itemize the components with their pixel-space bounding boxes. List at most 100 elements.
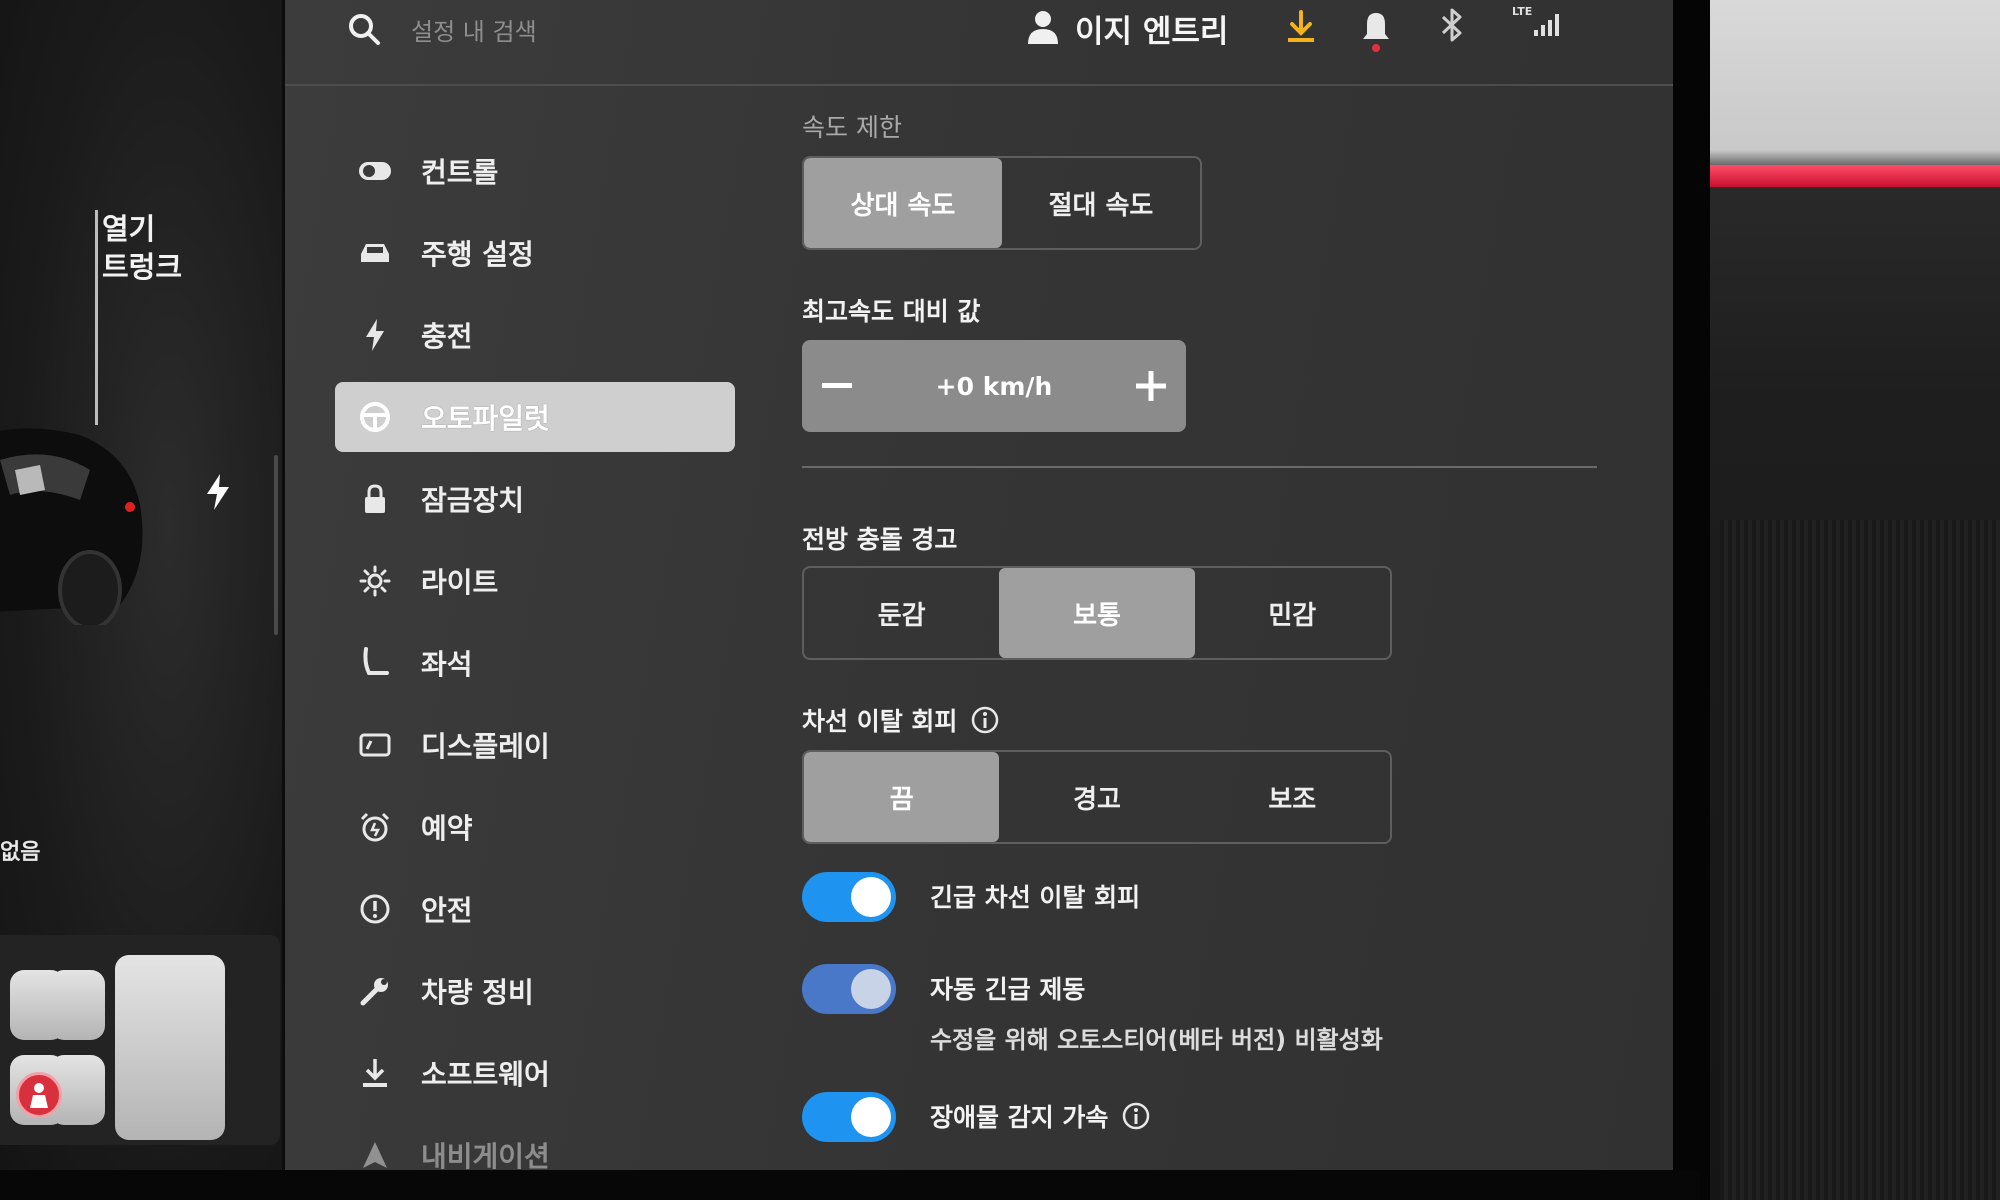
toggle-icon	[357, 153, 393, 189]
sidebar-item-software[interactable]: 소프트웨어	[335, 1032, 735, 1114]
speed-limit-absolute-option[interactable]: 절대 속도	[1002, 158, 1200, 248]
increase-offset-button[interactable]	[1116, 340, 1186, 432]
decrease-offset-button[interactable]	[802, 340, 872, 432]
lane-departure-title-row: 차선 이탈 회피	[802, 702, 999, 738]
sidebar-item-lights[interactable]: 라이트	[335, 540, 735, 622]
sidebar-item-label: 차량 정비	[421, 976, 534, 1009]
sidebar-item-locks[interactable]: 잠금장치	[335, 458, 735, 540]
dashboard-trim	[1720, 520, 2000, 1200]
navigation-icon	[357, 1137, 393, 1173]
sidebar-item-label: 안전	[421, 894, 473, 927]
obstacle-accel-toggle[interactable]	[802, 1092, 896, 1142]
ldw-warning-option[interactable]: 경고	[999, 752, 1194, 842]
download-icon	[357, 1055, 393, 1091]
search-icon[interactable]	[347, 12, 381, 46]
info-icon[interactable]	[971, 706, 999, 734]
occupant-warning-icon	[16, 1072, 62, 1118]
download-icon[interactable]	[1285, 10, 1317, 44]
panel-scroll-handle[interactable]	[274, 455, 278, 635]
sidebar-item-driving[interactable]: 주행 설정	[335, 212, 735, 294]
sidebar-item-display[interactable]: 디스플레이	[335, 704, 735, 786]
sidebar-item-service[interactable]: 차량 정비	[335, 950, 735, 1032]
sidebar-item-label: 라이트	[421, 566, 499, 599]
bolt-icon	[357, 317, 393, 353]
search-input[interactable]: 설정 내 검색	[411, 12, 537, 47]
settings-screen: 설정 내 검색 이지 엔트리 LTE 컨트롤 주행 설정 충전 오토파일럿 잠금…	[285, 0, 1673, 1173]
forward-collision-segmented: 둔감 보통 민감	[802, 566, 1392, 660]
info-icon[interactable]	[1122, 1102, 1150, 1130]
sidebar-item-schedule[interactable]: 예약	[335, 786, 735, 868]
profile-icon[interactable]	[1027, 10, 1059, 44]
speed-offset-stepper: +0 km/h	[802, 340, 1186, 432]
auto-brake-text: 자동 긴급 제동 수정을 위해 오토스티어(베타 버전) 비활성화	[930, 964, 1383, 1055]
auto-brake-subtext: 수정을 위해 오토스티어(베타 버전) 비활성화	[930, 1026, 1383, 1054]
sidebar-item-label: 디스플레이	[421, 730, 550, 763]
sidebar-item-controls[interactable]: 컨트롤	[335, 130, 735, 212]
rear-bench-icon	[115, 955, 225, 1140]
lte-signal-icon	[1534, 14, 1559, 36]
profile-name[interactable]: 이지 엔트리	[1075, 6, 1228, 51]
speed-limit-title: 속도 제한	[802, 113, 902, 142]
sidebar-item-charging[interactable]: 충전	[335, 294, 735, 376]
sidebar-item-navigation[interactable]: 내비게이션	[335, 1114, 735, 1196]
sidebar-item-label: 소프트웨어	[421, 1058, 550, 1091]
forward-collision-title: 전방 충돌 경고	[802, 525, 958, 554]
ldw-off-option[interactable]: 끔	[804, 752, 1000, 842]
auto-brake-toggle[interactable]	[802, 964, 896, 1014]
obstacle-accel-label: 장애물 감지 가속	[930, 1103, 1109, 1132]
status-label: 없음	[0, 840, 41, 865]
sidebar-item-label: 내비게이션	[421, 1140, 550, 1173]
fcw-early-option[interactable]: 민감	[1195, 568, 1390, 658]
lane-departure-title: 차선 이탈 회피	[802, 707, 958, 736]
sidebar-item-seats[interactable]: 좌석	[335, 622, 735, 704]
toggle-knob	[851, 969, 891, 1009]
offset-title: 최고속도 대비 값	[802, 297, 981, 326]
speed-limit-segmented: 상대 속도 절대 속도	[802, 156, 1202, 250]
top-status-bar: 설정 내 검색 이지 엔트리 LTE	[285, 0, 1673, 86]
car-icon	[357, 235, 393, 271]
bluetooth-icon[interactable]	[1440, 8, 1464, 42]
emergency-lane-toggle[interactable]	[802, 872, 896, 922]
emergency-lane-label: 긴급 차선 이탈 회피	[930, 883, 1141, 912]
vehicle-view-panel: 열기 트렁크 없음	[0, 0, 282, 1170]
trunk-pointer-line	[95, 210, 98, 425]
ambient-light-strip	[1700, 165, 2000, 187]
display-icon	[357, 727, 393, 763]
plus-icon	[1136, 371, 1166, 401]
obstacle-accel-label-row: 장애물 감지 가속	[930, 1098, 1150, 1134]
seat-icon	[357, 645, 393, 681]
screen-bottom-bezel	[0, 1170, 1700, 1200]
obstacle-accel-row: 장애물 감지 가속	[802, 1092, 1150, 1142]
ldw-assist-option[interactable]: 보조	[1195, 752, 1390, 842]
steering-wheel-icon	[357, 399, 393, 435]
charge-port-icon[interactable]	[204, 474, 232, 510]
fcw-late-option[interactable]: 둔감	[804, 568, 999, 658]
sidebar-item-autopilot[interactable]: 오토파일럿	[335, 382, 735, 452]
trunk-label-line1: 열기	[102, 212, 156, 246]
sun-icon	[357, 563, 393, 599]
sidebar-item-safety[interactable]: 안전	[335, 868, 735, 950]
obstacle-accel-text: 장애물 감지 가속	[930, 1092, 1150, 1142]
sidebar-item-label: 예약	[421, 812, 473, 845]
emergency-lane-text: 긴급 차선 이탈 회피	[930, 872, 1140, 922]
minus-icon	[822, 383, 852, 388]
seat-icon	[50, 970, 105, 1040]
alert-icon	[357, 891, 393, 927]
sidebar-item-label: 컨트롤	[421, 156, 499, 189]
auto-brake-label: 자동 긴급 제동	[930, 975, 1086, 1004]
car-rear-image	[0, 428, 143, 625]
emergency-lane-row: 긴급 차선 이탈 회피	[802, 872, 1140, 922]
wrench-icon	[357, 973, 393, 1009]
speed-offset-value: +0 km/h	[935, 371, 1053, 401]
lane-departure-segmented: 끔 경고 보조	[802, 750, 1392, 844]
bell-icon[interactable]	[1361, 10, 1391, 52]
lock-icon	[357, 481, 393, 517]
alarm-icon	[357, 809, 393, 845]
auto-brake-row: 자동 긴급 제동 수정을 위해 오토스티어(베타 버전) 비활성화	[802, 964, 1383, 1055]
open-trunk-button[interactable]: 열기 트렁크	[102, 210, 182, 286]
settings-sidebar: 컨트롤 주행 설정 충전 오토파일럿 잠금장치 라이트 좌석 디스플레이 예약 …	[335, 130, 735, 1196]
speed-limit-relative-option[interactable]: 상대 속도	[804, 158, 1002, 248]
trunk-label-line2: 트렁크	[102, 250, 183, 284]
sidebar-item-label: 좌석	[421, 648, 473, 681]
fcw-medium-option[interactable]: 보통	[999, 568, 1195, 658]
